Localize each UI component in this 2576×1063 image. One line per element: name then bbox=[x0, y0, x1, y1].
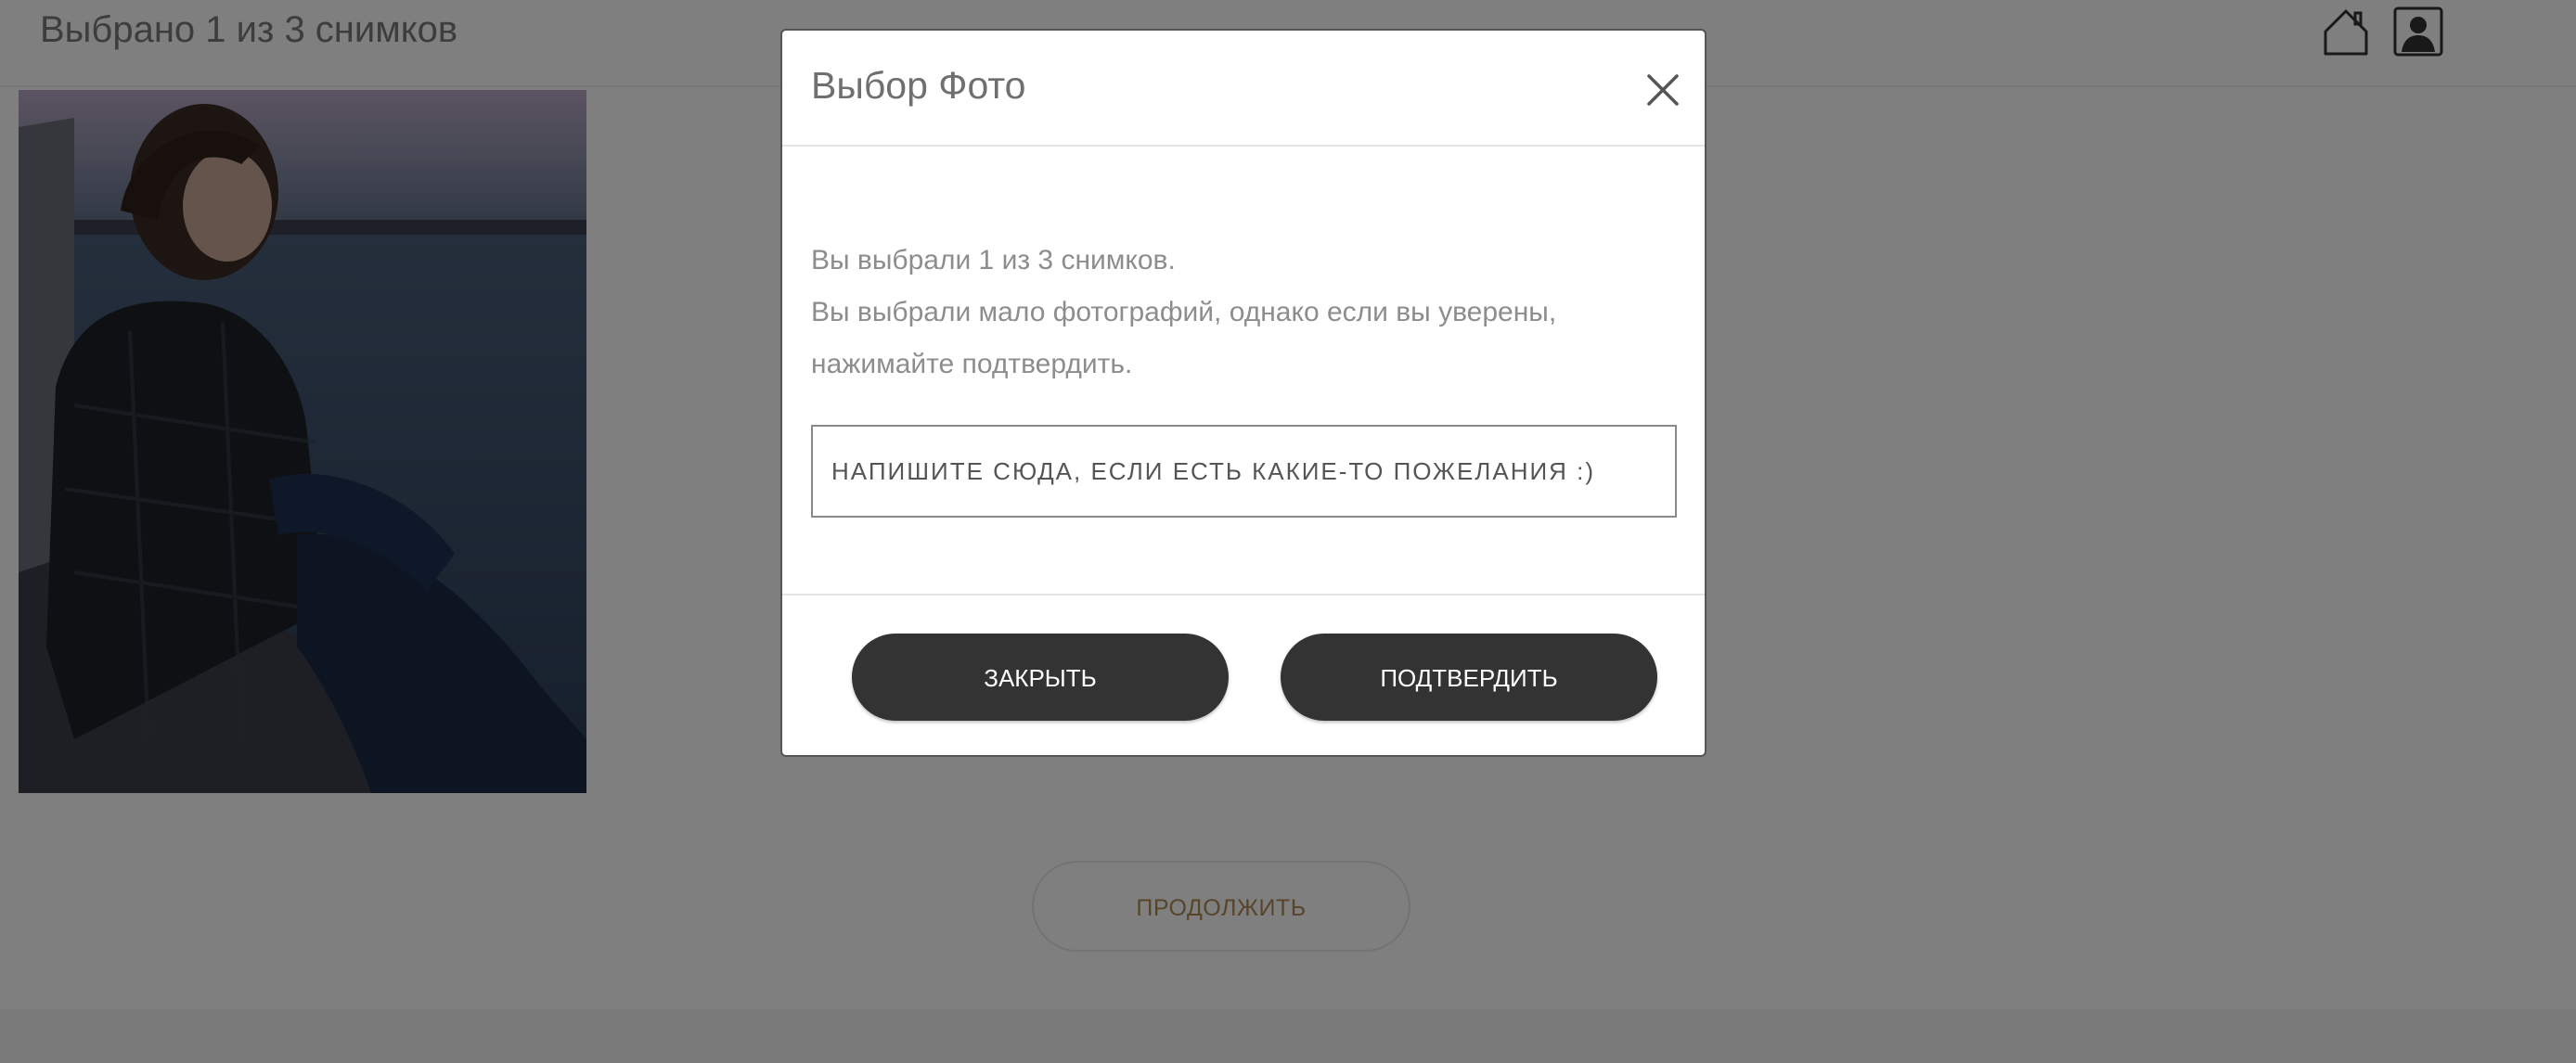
modal-header: Выбор Фото bbox=[782, 31, 1705, 147]
photo-selection-modal: Выбор Фото Вы выбрали 1 из 3 снимков. Вы… bbox=[780, 29, 1707, 757]
wishes-input[interactable] bbox=[811, 425, 1677, 518]
close-icon[interactable] bbox=[1644, 71, 1681, 109]
message-line: нажимайте подтвердить. bbox=[811, 349, 1133, 379]
confirm-button[interactable]: ПОДТВЕРДИТЬ bbox=[1281, 634, 1657, 721]
message-line: Вы выбрали мало фотографий, однако если … bbox=[811, 297, 1557, 327]
modal-message: Вы выбрали 1 из 3 снимков. Вы выбрали ма… bbox=[811, 235, 1680, 391]
message-line: Вы выбрали 1 из 3 снимков. bbox=[811, 245, 1176, 275]
modal-footer: ЗАКРЫТЬ ПОДТВЕРДИТЬ bbox=[782, 594, 1705, 755]
close-button[interactable]: ЗАКРЫТЬ bbox=[852, 634, 1229, 721]
page: Выбрано 1 из 3 снимков bbox=[0, 0, 2576, 1063]
bottom-strip bbox=[0, 1009, 2576, 1063]
modal-title: Выбор Фото bbox=[811, 64, 1026, 107]
